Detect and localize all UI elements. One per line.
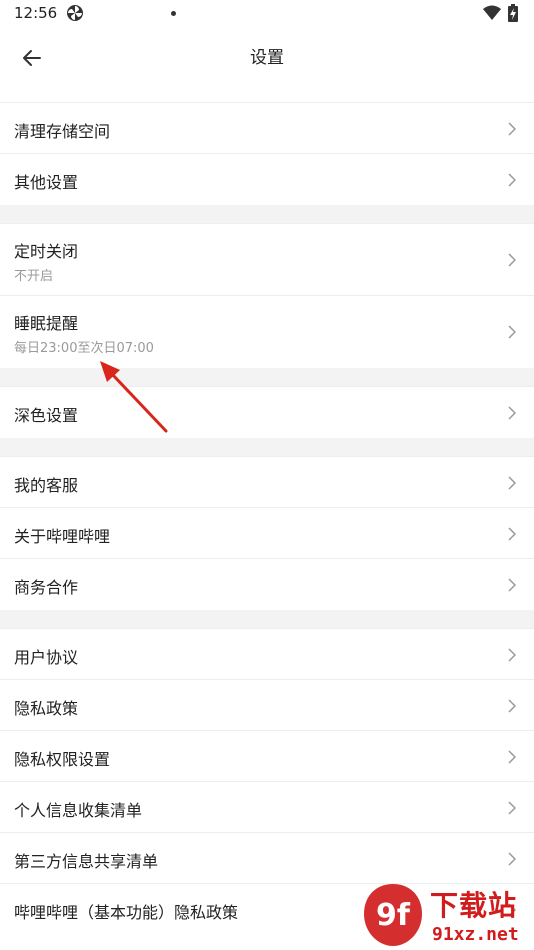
- settings-item-label: 睡眠提醒: [14, 314, 79, 333]
- chevron-right-icon: [508, 648, 516, 662]
- chevron-right-icon: [508, 903, 516, 917]
- pinwheel-icon: [67, 5, 83, 21]
- settings-item-label: 个人信息收集清单: [14, 801, 143, 820]
- status-time: 12:56: [14, 4, 58, 22]
- status-bar: 12:56: [0, 0, 534, 28]
- settings-item-label: 哔哩哔哩（基本功能）隐私政策: [14, 903, 239, 922]
- settings-item-customer-service[interactable]: 我的客服: [0, 457, 534, 508]
- settings-item-value: 不开启: [14, 269, 54, 284]
- settings-item-label: 隐私政策: [14, 699, 79, 718]
- settings-item-label: 其他设置: [14, 173, 79, 192]
- chevron-right-icon: [508, 699, 516, 713]
- settings-group-storage: 清理存储空间 其他设置: [0, 102, 534, 205]
- wifi-icon: [483, 5, 501, 20]
- notification-dot: [171, 11, 176, 16]
- chevron-right-icon: [508, 578, 516, 592]
- settings-item-dark-mode[interactable]: 深色设置: [0, 387, 534, 438]
- group-divider: [0, 438, 534, 456]
- settings-item-label: 深色设置: [14, 406, 79, 425]
- settings-item-basic-privacy-policy[interactable]: 哔哩哔哩（基本功能）隐私政策: [0, 884, 534, 935]
- group-divider: [0, 610, 534, 628]
- settings-item-business-cooperation[interactable]: 商务合作: [0, 559, 534, 610]
- settings-item-label: 清理存储空间: [14, 122, 111, 141]
- settings-item-third-party-sharing[interactable]: 第三方信息共享清单: [0, 833, 534, 884]
- battery-charging-icon: [508, 4, 518, 22]
- page-title: 设置: [250, 48, 284, 68]
- settings-group-timer: 定时关闭 不开启 睡眠提醒 每日23:00至次日07:00: [0, 223, 534, 368]
- title-bar: 设置: [0, 28, 534, 88]
- settings-item-privacy-policy[interactable]: 隐私政策: [0, 680, 534, 731]
- settings-item-privacy-permissions[interactable]: 隐私权限设置: [0, 731, 534, 782]
- chevron-right-icon: [508, 852, 516, 866]
- settings-list: 清理存储空间 其他设置 定时关闭 不开启 睡眠提醒 每日23:00至次日07:0…: [0, 102, 534, 935]
- settings-item-sleep-reminder[interactable]: 睡眠提醒 每日23:00至次日07:00: [0, 296, 534, 368]
- chevron-right-icon: [508, 750, 516, 764]
- settings-group-about: 我的客服 关于哔哩哔哩 商务合作: [0, 456, 534, 610]
- settings-item-clear-storage[interactable]: 清理存储空间: [0, 103, 534, 154]
- settings-item-label: 关于哔哩哔哩: [14, 527, 111, 546]
- chevron-right-icon: [508, 527, 516, 541]
- settings-item-value: 每日23:00至次日07:00: [14, 341, 154, 356]
- settings-group-theme: 深色设置: [0, 386, 534, 438]
- chevron-right-icon: [508, 801, 516, 815]
- settings-item-timed-close[interactable]: 定时关闭 不开启: [0, 224, 534, 296]
- settings-item-label: 定时关闭: [14, 242, 79, 261]
- settings-item-label: 我的客服: [14, 476, 79, 495]
- settings-item-personal-info-list[interactable]: 个人信息收集清单: [0, 782, 534, 833]
- chevron-right-icon: [508, 476, 516, 490]
- chevron-right-icon: [508, 406, 516, 420]
- settings-item-other-settings[interactable]: 其他设置: [0, 154, 534, 205]
- chevron-right-icon: [508, 253, 516, 267]
- settings-item-user-agreement[interactable]: 用户协议: [0, 629, 534, 680]
- group-divider: [0, 205, 534, 223]
- settings-group-privacy: 用户协议 隐私政策 隐私权限设置 个人信息收集清单 第三方信息共享清单 哔哩哔哩…: [0, 628, 534, 935]
- chevron-right-icon: [508, 122, 516, 136]
- chevron-right-icon: [508, 173, 516, 187]
- settings-item-label: 隐私权限设置: [14, 750, 111, 769]
- settings-item-label: 用户协议: [14, 648, 79, 667]
- group-divider: [0, 368, 534, 386]
- settings-item-label: 商务合作: [14, 578, 79, 597]
- settings-item-label: 第三方信息共享清单: [14, 852, 159, 871]
- chevron-right-icon: [508, 325, 516, 339]
- settings-item-about-bilibili[interactable]: 关于哔哩哔哩: [0, 508, 534, 559]
